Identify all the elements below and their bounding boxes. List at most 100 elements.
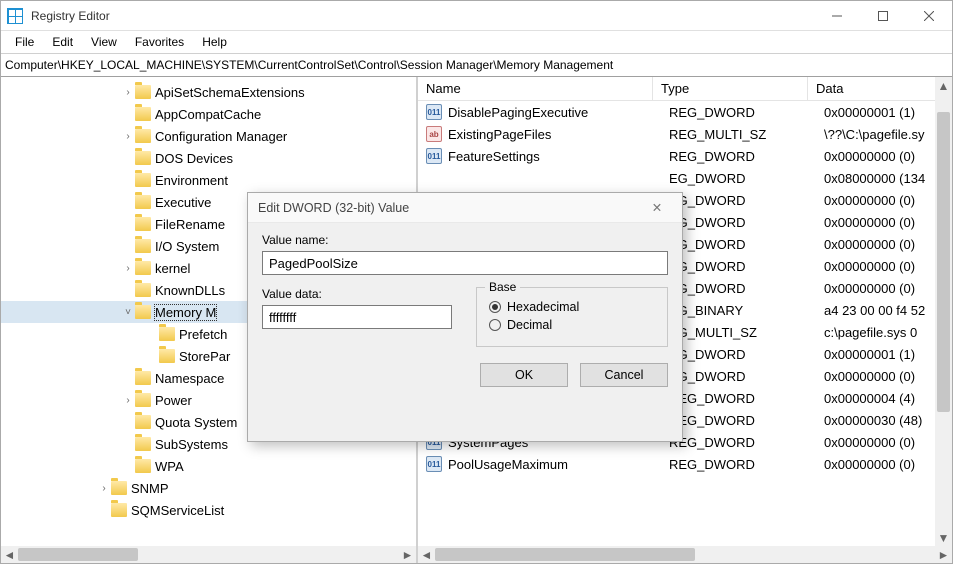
tree-item-label: Executive [155,195,211,210]
folder-icon [159,327,175,341]
tree-item[interactable]: ›ApiSetSchemaExtensions [1,81,416,103]
chevron-right-icon[interactable]: › [121,131,135,142]
list-row[interactable]: ab ExistingPageFilesREG_MULTI_SZ\??\C:\pa… [418,123,952,145]
chevron-down-icon[interactable]: ˅ [121,307,135,318]
scroll-left-icon[interactable]: ◄ [418,546,435,563]
folder-icon [135,261,151,275]
address-text: Computer\HKEY_LOCAL_MACHINE\SYSTEM\Curre… [5,58,613,72]
app-icon [7,8,23,24]
folder-icon [135,305,151,319]
value-name: DisablePagingExecutive [448,105,669,120]
value-type: REG_DWORD [669,105,824,120]
value-type: EG_DWORD [669,237,824,252]
tree-item-label: Quota System [155,415,237,430]
value-type: EG_BINARY [669,303,824,318]
tree-item[interactable]: › Configuration Manager [1,125,416,147]
base-fieldset: Base Hexadecimal Decimal [476,287,668,347]
close-button[interactable] [906,1,952,30]
value-data-input[interactable] [262,305,452,329]
dialog-close-icon[interactable]: ✕ [642,200,672,215]
chevron-right-icon[interactable]: › [121,87,135,98]
value-data: a4 23 00 00 f4 52 [824,303,952,318]
scroll-up-icon[interactable]: ▲ [935,77,952,94]
scroll-left-icon[interactable]: ◄ [1,546,18,563]
cancel-button[interactable]: Cancel [580,363,668,387]
tree-hscrollbar[interactable]: ◄ ► [1,546,416,563]
tree-item-label: KnownDLLs [155,283,225,298]
chevron-right-icon[interactable]: › [121,395,135,406]
value-type: EG_DWORD [669,259,824,274]
edit-dword-dialog: Edit DWORD (32-bit) Value ✕ Value name: … [247,192,683,442]
address-bar[interactable]: Computer\HKEY_LOCAL_MACHINE\SYSTEM\Curre… [1,53,952,77]
value-type: EG_DWORD [669,281,824,296]
tree-item-label: Power [155,393,192,408]
list-row[interactable]: 011FeatureSettingsREG_DWORD0x00000000 (0… [418,145,952,167]
radio-hexadecimal[interactable]: Hexadecimal [489,300,655,314]
folder-icon [135,283,151,297]
minimize-button[interactable] [814,1,860,30]
value-data: 0x00000004 (4) [824,391,952,406]
list-vscrollbar[interactable]: ▲ ▼ [935,77,952,546]
tree-item-label: Configuration Manager [155,129,287,144]
column-name[interactable]: Name [418,77,653,101]
folder-icon [135,393,151,407]
value-name: ExistingPageFiles [448,127,669,142]
tree-item-label: StorePar [179,349,230,364]
folder-icon [135,371,151,385]
value-data: 0x00000000 (0) [824,369,952,384]
chevron-right-icon[interactable]: › [97,483,111,494]
numeric-value-icon: 011 [426,456,442,472]
scroll-right-icon[interactable]: ► [935,546,952,563]
value-name-input[interactable] [262,251,668,275]
value-name: PoolUsageMaximum [448,457,669,472]
tree-item-label: AppCompatCache [155,107,261,122]
tree-item-label: Environment [155,173,228,188]
menu-favorites[interactable]: Favorites [127,33,192,51]
numeric-value-icon: 011 [426,148,442,164]
tree-item-label: DOS Devices [155,151,233,166]
scroll-right-icon[interactable]: ► [399,546,416,563]
value-type: REG_MULTI_SZ [669,127,824,142]
radio-dot-icon [489,319,501,331]
tree-item[interactable]: DOS Devices [1,147,416,169]
list-hscrollbar[interactable]: ◄ ► [418,546,952,563]
ok-button[interactable]: OK [480,363,568,387]
column-data[interactable]: Data [808,77,952,101]
tree-item[interactable]: Environment [1,169,416,191]
column-type[interactable]: Type [653,77,808,101]
menu-help[interactable]: Help [194,33,235,51]
maximize-button[interactable] [860,1,906,30]
folder-icon [135,437,151,451]
base-legend: Base [485,280,520,294]
menu-file[interactable]: File [7,33,42,51]
tree-item-label: FileRename [155,217,225,232]
folder-icon [135,85,151,99]
tree-item[interactable]: WPA [1,455,416,477]
tree-item-label: Memory M [155,305,216,320]
scroll-down-icon[interactable]: ▼ [935,529,952,546]
menu-view[interactable]: View [83,33,125,51]
string-value-icon: ab [426,126,442,142]
value-data: 0x00000000 (0) [824,259,952,274]
tree-item-label: I/O System [155,239,219,254]
list-row[interactable]: 011DisablePagingExecutiveREG_DWORD0x0000… [418,101,952,123]
menu-edit[interactable]: Edit [44,33,81,51]
tree-item[interactable]: SQMServiceList [1,499,416,521]
value-type: EG_DWORD [669,215,824,230]
list-row[interactable]: 011PoolUsageMaximumREG_DWORD0x00000000 (… [418,453,952,475]
tree-item-label: kernel [155,261,190,276]
value-data: 0x00000000 (0) [824,193,952,208]
value-data: c:\pagefile.sys 0 [824,325,952,340]
value-data: 0x00000000 (0) [824,215,952,230]
tree-item[interactable]: ›SNMP [1,477,416,499]
chevron-right-icon[interactable]: › [121,263,135,274]
radio-decimal[interactable]: Decimal [489,318,655,332]
value-type: REG_DWORD [669,435,824,450]
tree-item-label: WPA [155,459,184,474]
radio-dec-label: Decimal [507,318,552,332]
value-data: 0x00000030 (48) [824,413,952,428]
dialog-titlebar[interactable]: Edit DWORD (32-bit) Value ✕ [248,193,682,223]
value-data: \??\C:\pagefile.sy [824,127,952,142]
tree-item[interactable]: AppCompatCache [1,103,416,125]
list-row[interactable]: EG_DWORD0x08000000 (134 [418,167,952,189]
